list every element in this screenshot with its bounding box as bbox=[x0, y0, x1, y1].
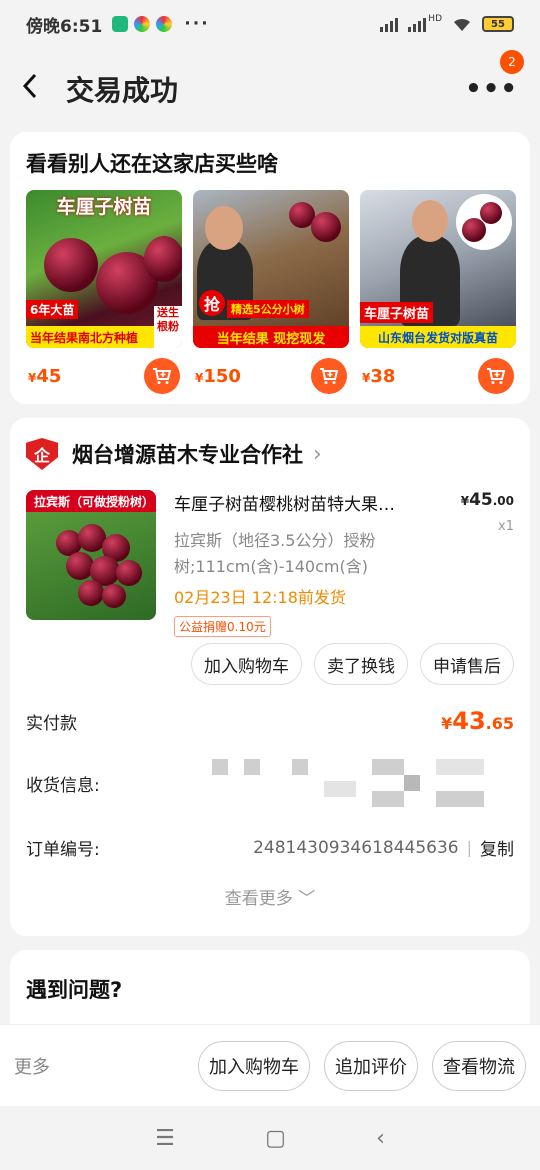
rec-item-2-banner: 抢 bbox=[199, 290, 225, 316]
rec-item-3[interactable]: 车厘子树苗 山东烟台发货对版真苗 ¥38 bbox=[360, 190, 516, 394]
resell-button[interactable]: 卖了换钱 bbox=[314, 643, 408, 685]
order-item-ship-time: 02月23日 12:18前发货 bbox=[174, 588, 346, 607]
after-sales-button[interactable]: 申请售后 bbox=[420, 643, 514, 685]
track-shipping-button[interactable]: 查看物流 bbox=[432, 1040, 526, 1091]
rec-item-1-side-tag: 送生根粉 bbox=[154, 306, 182, 348]
rec-item-1-banner: 车厘子树苗 bbox=[56, 196, 152, 218]
rec-item-3-banner: 车厘子树苗 bbox=[360, 302, 434, 323]
status-more: ··· bbox=[184, 14, 210, 34]
add-to-cart-button[interactable]: 加入购物车 bbox=[198, 1040, 310, 1091]
rec-item-2[interactable]: 抢 精选5公分小树 当年结果 现挖现发 ¥150 bbox=[193, 190, 349, 394]
back-button[interactable] bbox=[22, 72, 62, 107]
shop-link[interactable]: 企 烟台增源苗木专业合作社 › bbox=[26, 436, 514, 472]
more-dots-icon: ••• bbox=[465, 74, 518, 104]
order-item-image-tag: 拉宾斯（可做授粉树） bbox=[26, 490, 156, 512]
rec-item-1[interactable]: 车厘子树苗 6年大苗 当年结果南北方种植 送生根粉 ¥45 bbox=[26, 190, 182, 394]
rec-item-1-price: ¥45 bbox=[28, 365, 62, 387]
page-title: 交易成功 bbox=[66, 74, 179, 107]
battery-icon: 55 bbox=[482, 16, 514, 32]
cart-plus-icon bbox=[153, 368, 172, 384]
address-redacted bbox=[204, 751, 514, 811]
paid-label: 实付款 bbox=[26, 713, 77, 734]
order-item-title[interactable]: 车厘子树苗樱桃树苗特大果… bbox=[174, 490, 440, 515]
back-nav-icon[interactable]: ‹ bbox=[376, 1126, 385, 1151]
charity-badge: 公益捐赠0.10元 bbox=[174, 616, 271, 637]
shop-name: 烟台增源苗木专业合作社 bbox=[72, 443, 303, 467]
cart-plus-icon bbox=[487, 368, 506, 384]
more-button[interactable]: 更多 bbox=[14, 1053, 50, 1079]
rec-item-3-bottom-banner: 山东烟台发货对版真苗 bbox=[360, 326, 516, 348]
browser-app-icon-2 bbox=[156, 16, 173, 32]
order-number: 2481430934618445636 bbox=[253, 837, 459, 858]
order-number-label: 订单编号: bbox=[26, 840, 100, 860]
chevron-right-icon: › bbox=[313, 441, 322, 467]
rec-item-3-price: ¥38 bbox=[362, 365, 396, 387]
add-to-cart-button[interactable] bbox=[478, 358, 514, 394]
status-app-icons bbox=[112, 16, 173, 32]
rec-item-2-bottom-banner: 当年结果 现挖现发 bbox=[193, 326, 349, 348]
add-to-cart-button[interactable] bbox=[144, 358, 180, 394]
problem-title: 遇到问题? bbox=[26, 978, 123, 1002]
add-to-cart-button[interactable] bbox=[311, 358, 347, 394]
paid-amount: ¥43.65 bbox=[441, 707, 514, 735]
add-to-cart-button[interactable]: 加入购物车 bbox=[191, 643, 302, 685]
rec-item-2-mid-banner: 精选5公分小树 bbox=[227, 300, 309, 318]
bottom-action-bar: 更多 加入购物车 追加评价 查看物流 bbox=[0, 1024, 540, 1106]
rec-item-1-image[interactable]: 车厘子树苗 6年大苗 当年结果南北方种植 送生根粉 bbox=[26, 190, 182, 348]
page-header: 交易成功 ••• 2 bbox=[0, 50, 540, 122]
add-review-button[interactable]: 追加评价 bbox=[324, 1040, 418, 1091]
signal-hd-icon bbox=[408, 16, 427, 32]
enterprise-shield-icon: 企 bbox=[26, 438, 58, 470]
address-label: 收货信息: bbox=[26, 776, 100, 796]
status-bar: 傍晚6:51 ··· HD 55 bbox=[0, 0, 540, 48]
copy-button[interactable]: 复制 bbox=[480, 835, 514, 860]
cart-plus-icon bbox=[320, 368, 339, 384]
status-time: 傍晚6:51 bbox=[26, 16, 103, 37]
order-item-sku: 拉宾斯（地径3.5公分）授粉树;111cm(含)-140cm(含) bbox=[174, 531, 376, 576]
recommendations-card: 看看别人还在这家店买些啥 车厘子树苗 6年大苗 当年结果南北方种植 送生根粉 ¥… bbox=[10, 132, 530, 404]
home-icon[interactable]: ▢ bbox=[265, 1126, 286, 1151]
rec-item-1-tag: 6年大苗 bbox=[26, 300, 79, 319]
recommendations-title: 看看别人还在这家店买些啥 bbox=[26, 152, 278, 176]
signal-icon bbox=[380, 16, 399, 32]
rec-item-2-price: ¥150 bbox=[195, 365, 241, 387]
order-item[interactable]: 拉宾斯（可做授粉树） 车厘子树苗樱桃树苗特大果… ¥45.00 x1 拉宾斯（地… bbox=[26, 490, 514, 637]
order-item-price: ¥45.00 bbox=[460, 490, 514, 510]
order-item-image[interactable]: 拉宾斯（可做授粉树） bbox=[26, 490, 156, 620]
shield-app-icon bbox=[112, 16, 129, 32]
menu-icon[interactable]: ☰ bbox=[155, 1126, 175, 1151]
chevron-left-icon bbox=[22, 73, 37, 98]
wifi-icon bbox=[454, 18, 470, 31]
rec-item-2-image[interactable]: 抢 精选5公分小树 当年结果 现挖现发 bbox=[193, 190, 349, 348]
rec-item-3-image[interactable]: 车厘子树苗 山东烟台发货对版真苗 bbox=[360, 190, 516, 348]
order-card: 企 烟台增源苗木专业合作社 › 拉宾斯（可做授粉树） 车厘子树苗樱桃树苗特大果…… bbox=[10, 418, 530, 936]
more-menu-button[interactable]: ••• 2 bbox=[465, 50, 524, 104]
see-more-button[interactable]: 查看更多 ﹀ bbox=[26, 884, 514, 909]
notification-badge: 2 bbox=[500, 50, 524, 74]
system-nav-bar: ☰ ▢ ‹ bbox=[0, 1106, 540, 1170]
browser-app-icon bbox=[134, 16, 151, 32]
network-hd-label: HD bbox=[428, 14, 442, 24]
